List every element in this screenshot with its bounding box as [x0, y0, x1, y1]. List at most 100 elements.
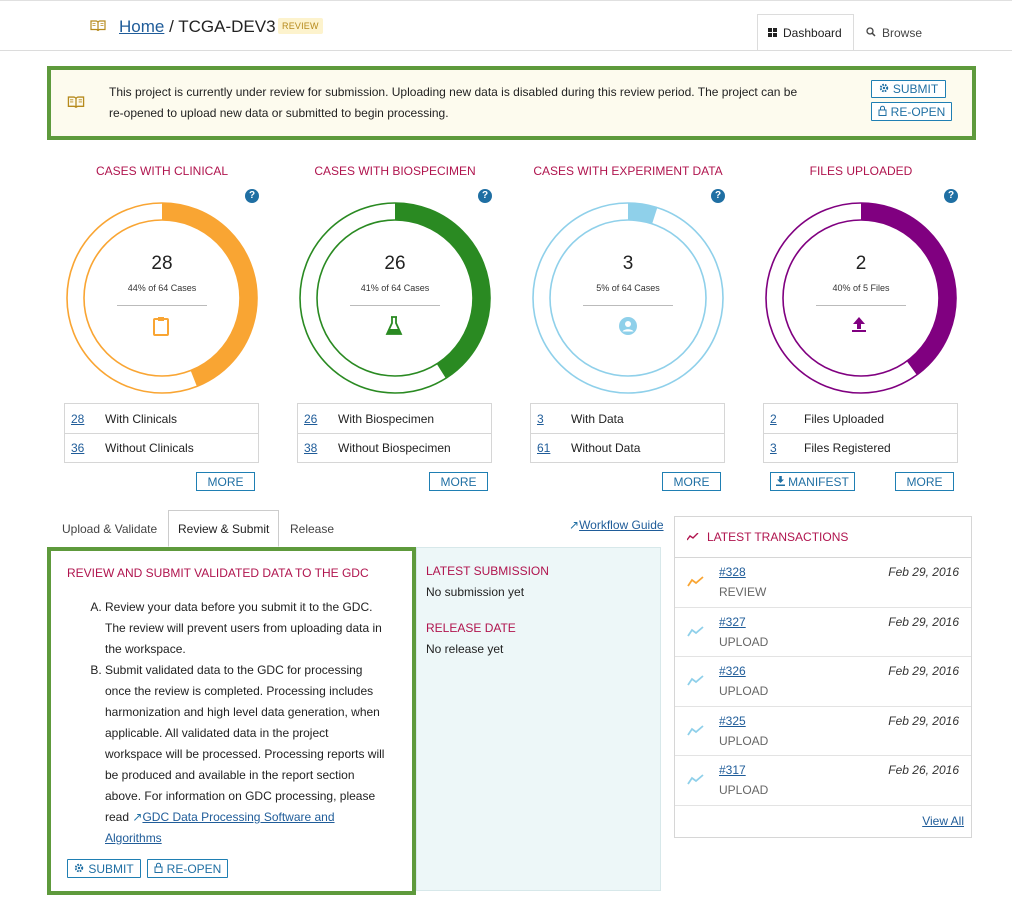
more-button[interactable]: MORE: [429, 472, 488, 491]
stat-title: CASES WITH EXPERIMENT DATA: [533, 164, 723, 178]
donut-progress-arc: [300, 203, 490, 393]
tab-browse[interactable]: Browse: [866, 26, 922, 40]
stat-row-label: Files Registered: [804, 441, 891, 455]
clipboard-icon: [152, 316, 170, 339]
more-label: MORE: [440, 474, 477, 489]
help-icon[interactable]: ?: [478, 189, 492, 203]
more-button[interactable]: MORE: [895, 472, 954, 491]
more-button[interactable]: MORE: [662, 472, 721, 491]
stat-row: 2 Files Uploaded: [764, 404, 957, 433]
donut-chart: [66, 202, 258, 394]
banner-message: This project is currently under review f…: [109, 85, 798, 120]
view-all-link[interactable]: View All: [922, 814, 964, 828]
manifest-button[interactable]: MANIFEST: [770, 472, 855, 491]
trend-icon: [687, 625, 704, 640]
lock-icon: [878, 105, 887, 119]
stat-row-count[interactable]: 61: [531, 441, 571, 455]
stat-row-count[interactable]: 38: [298, 441, 338, 455]
trend-icon: [687, 724, 704, 739]
donut-chart: [532, 202, 724, 394]
stat-row: 36 Without Clinicals: [65, 433, 258, 462]
help-icon[interactable]: ?: [711, 189, 725, 203]
latest-submission-value: No submission yet: [426, 585, 525, 599]
latest-transactions-panel: LATEST TRANSACTIONS #328 REVIEW Feb 29, …: [674, 516, 972, 838]
reopen-label: RE-OPEN: [166, 861, 222, 876]
breadcrumb: Home / TCGA-DEV3: [119, 17, 276, 37]
gear-icon: [879, 82, 889, 96]
donut-progress-arc: [67, 203, 257, 393]
transaction-row: #327 UPLOAD Feb 29, 2016: [675, 608, 971, 657]
lock-icon: [154, 862, 163, 876]
tab-release[interactable]: Release: [290, 510, 334, 547]
tab-dashboard[interactable]: Dashboard: [757, 14, 854, 51]
more-button[interactable]: MORE: [196, 472, 255, 491]
workflow-guide-link[interactable]: ↗Workflow Guide: [569, 518, 664, 532]
stat-row-label: Without Clinicals: [105, 441, 194, 455]
gear-icon: [74, 862, 84, 876]
transaction-id-link[interactable]: #328: [719, 565, 746, 579]
transactions-header: LATEST TRANSACTIONS: [675, 517, 971, 558]
banner-submit-button[interactable]: SUBMIT: [871, 80, 946, 98]
help-icon[interactable]: ?: [944, 189, 958, 203]
trend-icon: [687, 773, 704, 788]
stat-row-count[interactable]: 36: [65, 441, 105, 455]
transaction-id-link[interactable]: #325: [719, 714, 746, 728]
transaction-type: REVIEW: [719, 585, 767, 599]
submit-label: SUBMIT: [88, 861, 134, 876]
review-submit-panel: REVIEW AND SUBMIT VALIDATED DATA TO THE …: [47, 547, 416, 895]
stat-count: 26: [384, 253, 406, 274]
banner-reopen-button[interactable]: RE-OPEN: [871, 102, 952, 121]
donut-progress-arc: [766, 203, 956, 393]
upload-icon: [851, 316, 867, 335]
release-date-label: RELEASE DATE: [426, 621, 516, 635]
donut-chart: [299, 202, 491, 394]
help-icon[interactable]: ?: [245, 189, 259, 203]
review-banner: This project is currently under review f…: [47, 66, 976, 140]
external-link-icon: ↗: [569, 518, 580, 532]
banner-submit-label: SUBMIT: [892, 82, 939, 96]
breadcrumb-separator: /: [169, 17, 174, 36]
donut-inner-ring: [782, 219, 940, 377]
ring-divider: [583, 305, 673, 306]
tab-review-submit[interactable]: Review & Submit: [168, 510, 280, 547]
transaction-row: #325 UPLOAD Feb 29, 2016: [675, 707, 971, 756]
stat-table: 28 With Clinicals 36 Without Clinicals: [64, 403, 259, 463]
stat-row-label: Files Uploaded: [804, 411, 885, 426]
donut-outer-ring: [532, 202, 724, 394]
stat-row-label: Without Biospecimen: [338, 441, 451, 455]
stat-row: 26 With Biospecimen: [298, 404, 491, 433]
more-label: MORE: [906, 474, 943, 489]
transaction-type: UPLOAD: [719, 733, 769, 748]
reopen-button[interactable]: RE-OPEN: [147, 859, 228, 878]
breadcrumb-home-link[interactable]: Home: [119, 17, 164, 36]
stat-row: 3 With Data: [531, 404, 724, 433]
flask-icon: [385, 316, 403, 339]
stat-row-count[interactable]: 26: [298, 412, 338, 426]
banner-reopen-label: RE-OPEN: [890, 104, 946, 119]
submission-status-panel: LATEST SUBMISSION No submission yet RELE…: [416, 547, 661, 891]
ring-divider: [117, 305, 207, 306]
download-icon: [776, 475, 786, 489]
transaction-id-link[interactable]: #326: [719, 664, 746, 678]
tab-dashboard-label: Dashboard: [783, 25, 842, 40]
stat-table: 2 Files Uploaded 3 Files Registered: [763, 403, 958, 463]
status-badge: REVIEW: [278, 18, 323, 34]
stat-percent: 5% of 64 Cases: [596, 283, 660, 293]
transaction-row: #326 UPLOAD Feb 29, 2016: [675, 657, 971, 707]
stat-row-count[interactable]: 2: [764, 412, 804, 426]
workflow-guide-label[interactable]: Workflow Guide: [579, 518, 663, 532]
stat-row-label: With Clinicals: [105, 411, 178, 426]
stat-count: 2: [855, 253, 867, 274]
stat-row-count[interactable]: 3: [764, 441, 804, 455]
transaction-id-link[interactable]: #327: [719, 615, 746, 629]
tab-upload-validate[interactable]: Upload & Validate: [62, 510, 157, 547]
stat-row: 61 Without Data: [531, 433, 724, 462]
transaction-id-link[interactable]: #317: [719, 763, 746, 777]
submit-button[interactable]: SUBMIT: [67, 859, 141, 878]
transaction-type: UPLOAD: [719, 634, 769, 649]
transaction-type: UPLOAD: [719, 684, 769, 698]
book-icon: [90, 20, 106, 35]
stat-row-count[interactable]: 28: [65, 412, 105, 426]
ring-divider: [816, 305, 906, 306]
stat-row-count[interactable]: 3: [531, 412, 571, 426]
